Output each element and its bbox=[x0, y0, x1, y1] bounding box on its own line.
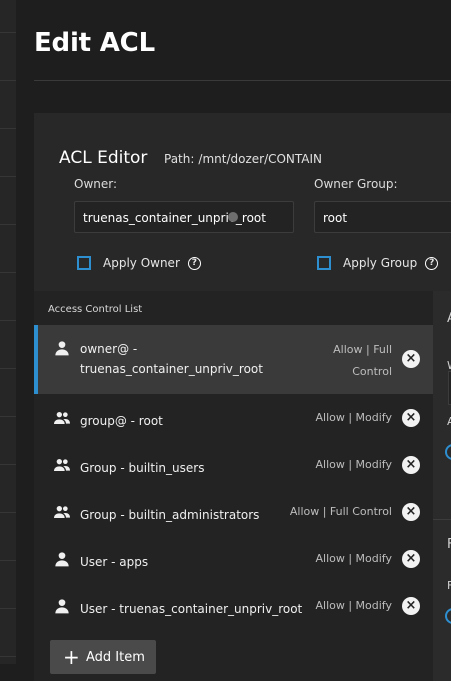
remove-icon[interactable]: × bbox=[402, 456, 420, 474]
acl-item-permission: Allow | Full Control bbox=[289, 505, 392, 518]
remove-icon[interactable]: × bbox=[402, 597, 420, 615]
person-icon bbox=[55, 341, 69, 356]
owner-label: Owner: bbox=[74, 177, 118, 191]
acl-list-header: Access Control List bbox=[48, 304, 143, 315]
acl-item-permission: Allow | Full Control bbox=[333, 339, 392, 383]
add-item-label: Add Item bbox=[86, 649, 145, 665]
remove-icon[interactable]: × bbox=[402, 350, 420, 368]
add-item-button[interactable]: + Add Item bbox=[50, 640, 156, 674]
detail-heading: A bbox=[447, 311, 451, 326]
ace-detail-panel: A W A F F bbox=[433, 291, 451, 681]
acl-item-label: owner@ - truenas_container_unpriv_root bbox=[80, 339, 263, 379]
acl-editor-card: ACL Editor Path:/mnt/dozer/CONTAIN Owner… bbox=[34, 113, 451, 681]
group-icon bbox=[54, 459, 70, 471]
detail-radio[interactable] bbox=[445, 608, 451, 624]
acl-item-label-line2: truenas_container_unpriv_root bbox=[80, 362, 263, 376]
apply-owner-label[interactable]: Apply Owner bbox=[103, 256, 180, 270]
path-label: Path: bbox=[164, 152, 195, 166]
help-icon[interactable]: ? bbox=[425, 256, 439, 270]
detail-radio[interactable] bbox=[445, 444, 451, 460]
acl-editor-header: ACL Editor Path:/mnt/dozer/CONTAIN Owner… bbox=[34, 113, 451, 291]
acl-item-label: User - truenas_container_unpriv_root bbox=[80, 602, 303, 616]
person-icon bbox=[55, 552, 69, 567]
acl-item-label: group@ - root bbox=[80, 414, 163, 428]
owner-group-label: Owner Group: bbox=[314, 177, 398, 191]
remove-icon[interactable]: × bbox=[402, 550, 420, 568]
path-display: Path:/mnt/dozer/CONTAIN bbox=[164, 152, 322, 166]
owner-input[interactable]: truenas_container_unpriv_root bbox=[74, 201, 294, 233]
group-icon bbox=[54, 506, 70, 518]
acl-list-panel: Access Control List owner@ - truenas_con… bbox=[34, 291, 433, 681]
owner-group-input-value: root bbox=[323, 211, 348, 225]
remove-icon[interactable]: × bbox=[402, 409, 420, 427]
acl-item-permission: Allow | Modify bbox=[315, 552, 392, 565]
owner-group-input[interactable]: root bbox=[314, 201, 451, 233]
acl-item-builtin-administrators[interactable]: Group - builtin_administrators Allow | F… bbox=[34, 489, 433, 536]
acl-item-permission-line2: Control bbox=[352, 365, 392, 378]
help-icon[interactable]: ? bbox=[187, 256, 201, 270]
acl-item-group-root[interactable]: group@ - root Allow | Modify × bbox=[34, 395, 433, 442]
apply-group-row: Apply Group ? bbox=[317, 256, 439, 270]
apply-group-label[interactable]: Apply Group bbox=[343, 256, 417, 270]
acl-item-label: Group - builtin_users bbox=[80, 461, 205, 475]
owner-input-value: truenas_container_unpriv_root bbox=[83, 211, 266, 225]
acl-item-builtin-users[interactable]: Group - builtin_users Allow | Modify × bbox=[34, 442, 433, 489]
detail-field-label: F bbox=[447, 579, 451, 592]
acl-item-label: User - apps bbox=[80, 555, 149, 569]
group-icon bbox=[54, 412, 70, 424]
plus-icon: + bbox=[63, 645, 80, 669]
path-value: /mnt/dozer/CONTAIN bbox=[198, 152, 323, 166]
apply-group-checkbox[interactable] bbox=[317, 256, 331, 270]
acl-item-user-apps[interactable]: User - apps Allow | Modify × bbox=[34, 536, 433, 583]
acl-item-label: Group - builtin_administrators bbox=[80, 508, 260, 522]
acl-item-label-line1: owner@ - bbox=[80, 342, 138, 356]
acl-item-permission: Allow | Modify bbox=[315, 458, 392, 471]
page-title: Edit ACL bbox=[34, 28, 155, 58]
acl-item-owner[interactable]: owner@ - truenas_container_unpriv_root A… bbox=[34, 325, 433, 394]
mouse-cursor-icon bbox=[228, 212, 238, 222]
acl-item-permission: Allow | Modify bbox=[315, 411, 392, 424]
person-icon bbox=[55, 599, 69, 614]
editor-title: ACL Editor bbox=[59, 148, 148, 168]
acl-item-permission-line1: Allow | Full bbox=[333, 343, 392, 356]
remove-icon[interactable]: × bbox=[402, 503, 420, 521]
left-nav-strip bbox=[0, 0, 16, 664]
acl-item-permission: Allow | Modify bbox=[315, 599, 392, 612]
detail-divider bbox=[433, 519, 451, 520]
apply-owner-row: Apply Owner ? bbox=[77, 256, 201, 270]
detail-heading: F bbox=[447, 537, 451, 552]
title-divider bbox=[34, 80, 451, 81]
acl-item-user-truenas[interactable]: User - truenas_container_unpriv_root All… bbox=[34, 583, 433, 630]
apply-owner-checkbox[interactable] bbox=[77, 256, 91, 270]
detail-field-label: A bbox=[447, 415, 451, 428]
